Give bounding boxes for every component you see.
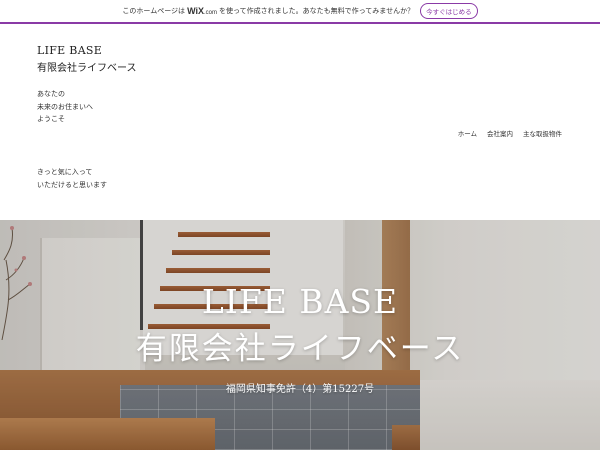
wix-banner-text-before: このホームページは	[122, 7, 186, 15]
hero-title-jp: 有限会社ライフベース	[135, 331, 465, 367]
hero-section: LIFE BASE 有限会社ライフベース 福岡県知事免許（4）第15227号	[0, 220, 600, 450]
main-nav: ホーム 会社案内 主な取扱物件	[458, 128, 562, 138]
brand-name-jp[interactable]: 有限会社ライフベース	[37, 59, 137, 74]
wix-banner-text-after: を使って作成されました。あなたも無料で作ってみませんか？	[219, 7, 415, 15]
wix-logo-text: WiX	[187, 6, 204, 16]
tagline-line: いただけると思います	[37, 180, 107, 189]
wix-promo-banner: このホームページは WiX.com を使って作成されました。あなたも無料で作って…	[0, 0, 600, 24]
tagline-line: 未来のお住まいへ	[37, 102, 93, 111]
tagline-line: あなたの	[37, 90, 65, 98]
wix-start-button[interactable]: 今すぐはじめる	[420, 3, 478, 19]
nav-item-home[interactable]: ホーム	[458, 128, 477, 138]
nav-item-properties[interactable]: 主な取扱物件	[523, 128, 562, 138]
site-brand[interactable]: LIFE BASE 有限会社ライフベース	[37, 44, 137, 74]
hero-license-number: 福岡県知事免許（4）第15227号	[225, 384, 375, 395]
wix-logo-suffix: .com	[203, 10, 217, 16]
tagline-welcome: あなたの 未来のお住まいへ ようこそ	[37, 88, 93, 126]
nav-item-company[interactable]: 会社案内	[487, 128, 513, 138]
tagline-line: きっと気に入って	[37, 168, 93, 176]
wix-logo: WiX.com	[187, 6, 217, 16]
tagline-closing: きっと気に入って いただけると思います	[37, 166, 107, 191]
brand-name-en[interactable]: LIFE BASE	[37, 44, 137, 57]
hero-title-en: LIFE BASE	[201, 282, 399, 321]
tagline-line: ようこそ	[37, 115, 65, 123]
